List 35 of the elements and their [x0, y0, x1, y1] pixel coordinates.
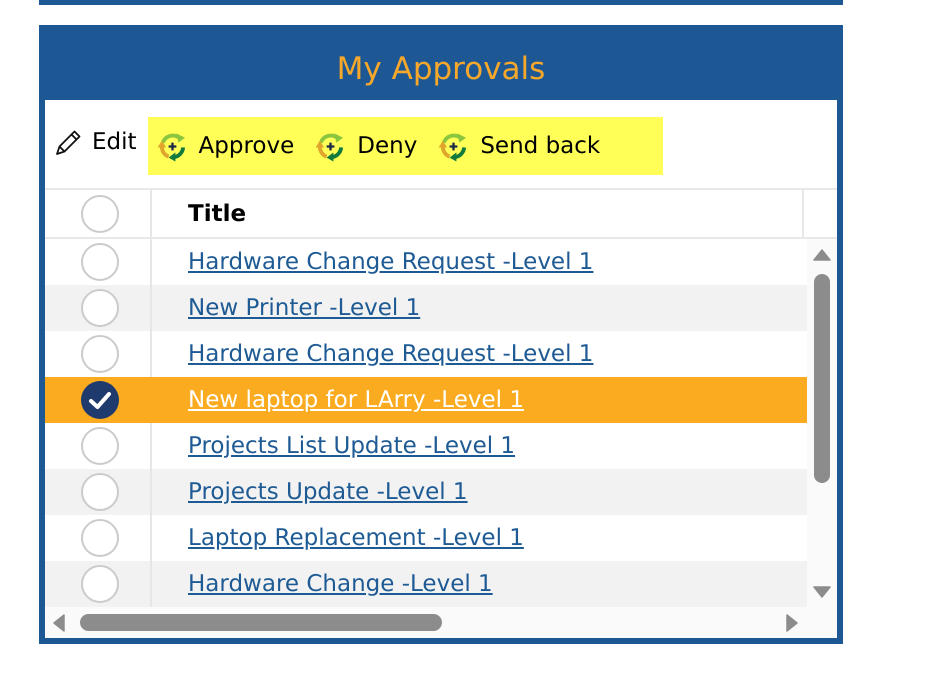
row-checkbox[interactable] — [80, 334, 120, 374]
action-button[interactable]: Approve — [156, 130, 294, 162]
pencil-icon — [55, 128, 83, 156]
row-title-link[interactable]: Projects Update -Level 1 — [188, 479, 468, 505]
vertical-scrollbar[interactable] — [807, 239, 837, 607]
row-checkbox[interactable] — [80, 380, 120, 420]
table-row[interactable]: Hardware Change -Level 1 — [45, 561, 807, 607]
action-button[interactable]: Deny — [315, 130, 418, 162]
panel-title: My Approvals — [336, 50, 546, 88]
scrollbar-thumb[interactable] — [814, 274, 830, 483]
row-title-link[interactable]: Laptop Replacement -Level 1 — [188, 525, 524, 551]
row-title-link[interactable]: Hardware Change Request -Level 1 — [188, 341, 594, 367]
edit-button[interactable]: Edit — [55, 128, 137, 156]
row-checkbox[interactable] — [80, 242, 120, 282]
scroll-left-icon[interactable] — [53, 614, 65, 632]
table-row[interactable]: Projects Update -Level 1 — [45, 469, 807, 515]
select-all-checkbox[interactable] — [80, 194, 120, 234]
row-checkbox[interactable] — [80, 518, 120, 558]
row-checkbox[interactable] — [80, 288, 120, 328]
scrollbar-thumb[interactable] — [80, 614, 442, 631]
action-button[interactable]: Send back — [438, 130, 600, 162]
scroll-down-icon[interactable] — [813, 586, 831, 598]
scroll-up-icon[interactable] — [813, 249, 831, 261]
row-checkbox[interactable] — [80, 564, 120, 604]
circular-arrows-plus-icon — [156, 130, 188, 162]
row-checkbox[interactable] — [80, 426, 120, 466]
row-title-link[interactable]: Projects List Update -Level 1 — [188, 433, 516, 459]
row-checkbox[interactable] — [80, 472, 120, 512]
row-title-link[interactable]: Hardware Change Request -Level 1 — [188, 249, 594, 275]
column-header[interactable]: Title — [188, 200, 246, 226]
table-row[interactable]: New Printer -Level 1 — [45, 285, 807, 331]
row-title-link[interactable]: New Printer -Level 1 — [188, 295, 420, 321]
row-title-link[interactable]: Hardware Change -Level 1 — [188, 571, 493, 597]
scroll-right-icon[interactable] — [786, 614, 798, 632]
horizontal-scrollbar[interactable] — [45, 607, 837, 638]
